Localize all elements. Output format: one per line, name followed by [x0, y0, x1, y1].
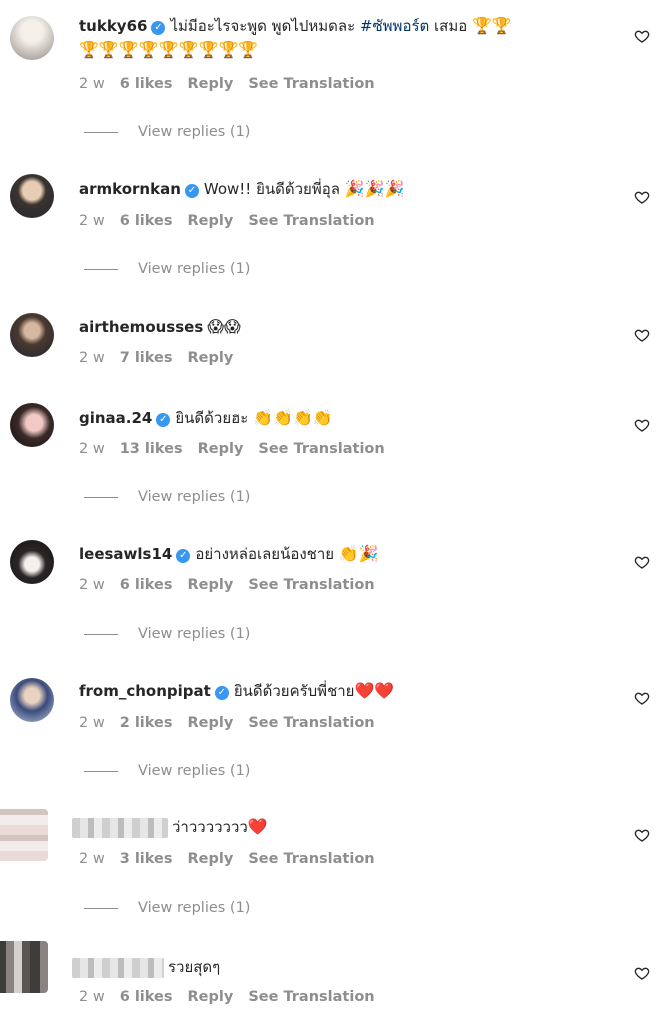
heart-outline-icon[interactable] — [634, 28, 650, 44]
avatar[interactable] — [0, 809, 48, 861]
comment-meta: 2 w 6 likes Reply See Translation — [79, 989, 390, 1005]
reply-button[interactable]: Reply — [198, 441, 244, 457]
verified-badge-icon: ✓ — [156, 413, 171, 427]
likes-count[interactable]: 6 likes — [120, 76, 173, 92]
username[interactable]: ginaa.24 — [79, 409, 152, 427]
avatar[interactable] — [10, 403, 54, 447]
replies-divider — [84, 907, 118, 909]
comment-emoji-line2: 🏆🏆🏆🏆🏆🏆🏆🏆🏆 — [79, 40, 259, 59]
username-blurred[interactable] — [72, 817, 168, 838]
see-translation-button[interactable]: See Translation — [248, 577, 374, 593]
username[interactable]: airthemousses — [79, 318, 203, 336]
view-replies-button[interactable]: View replies (1) — [84, 489, 250, 505]
hashtag-link[interactable]: #ซัพพอร์ต — [360, 17, 429, 35]
comment-emoji: 🏆🏆 — [471, 16, 512, 35]
heart-outline-icon[interactable] — [634, 965, 650, 981]
heart-outline-icon[interactable] — [634, 417, 650, 433]
timestamp[interactable]: 2 w — [79, 441, 105, 457]
comment-text-end: เสมอ — [429, 17, 472, 35]
comment-meta: 2 w 6 likes Reply See Translation — [79, 577, 390, 593]
reply-button[interactable]: Reply — [188, 577, 234, 593]
reply-button[interactable]: Reply — [188, 76, 234, 92]
comment-meta: 2 w 13 likes Reply See Translation — [79, 441, 400, 457]
avatar[interactable] — [10, 313, 54, 357]
heart-outline-icon[interactable] — [634, 827, 650, 843]
comment-text: อย่างหล่อเลยน้องชาย — [195, 545, 339, 563]
verified-badge-icon: ✓ — [214, 686, 229, 700]
comment-meta: 2 w 2 likes Reply See Translation — [79, 715, 390, 731]
see-translation-button[interactable]: See Translation — [248, 76, 374, 92]
comment-emoji: 😱😱 — [207, 317, 241, 336]
likes-count[interactable]: 3 likes — [120, 851, 173, 867]
replies-divider — [84, 633, 118, 635]
comment-text: ยินดีด้วยฮะ — [175, 409, 254, 427]
heart-outline-icon[interactable] — [634, 690, 650, 706]
comment-text: ว่าววววววว — [172, 818, 248, 836]
heart-outline-icon[interactable] — [634, 189, 650, 205]
timestamp[interactable]: 2 w — [79, 76, 105, 92]
timestamp[interactable]: 2 w — [79, 350, 105, 366]
comment-meta: 2 w 6 likes Reply See Translation — [79, 213, 390, 229]
timestamp[interactable]: 2 w — [79, 715, 105, 731]
avatar[interactable] — [10, 678, 54, 722]
likes-count[interactable]: 7 likes — [120, 350, 173, 366]
reply-button[interactable]: Reply — [188, 851, 234, 867]
see-translation-button[interactable]: See Translation — [248, 715, 374, 731]
likes-count[interactable]: 13 likes — [120, 441, 183, 457]
reply-button[interactable]: Reply — [188, 989, 234, 1005]
comment-text: รวยสุดๆ — [168, 958, 221, 976]
comment-text: ยินดีด้วยครับพี่ชาย — [233, 682, 355, 700]
username[interactable]: leesawls14 — [79, 545, 172, 563]
avatar[interactable] — [0, 941, 48, 993]
username[interactable]: armkornkan — [79, 180, 181, 198]
comment-emoji: ❤️ — [247, 817, 268, 836]
timestamp[interactable]: 2 w — [79, 577, 105, 593]
comment-emoji: ❤️❤️ — [354, 681, 395, 700]
verified-badge-icon: ✓ — [184, 184, 199, 198]
heart-outline-icon[interactable] — [634, 554, 650, 570]
see-translation-button[interactable]: See Translation — [258, 441, 384, 457]
comment-text: ไม่มีอะไรจะพูด พูดไปหมดละ — [170, 17, 360, 35]
view-replies-button[interactable]: View replies (1) — [84, 261, 250, 277]
see-translation-button[interactable]: See Translation — [248, 989, 374, 1005]
heart-outline-icon[interactable] — [634, 327, 650, 343]
likes-count[interactable]: 6 likes — [120, 989, 173, 1005]
comment-emoji: 🎉🎉🎉 — [344, 179, 405, 198]
timestamp[interactable]: 2 w — [79, 851, 105, 867]
comment-emoji: 👏🎉 — [338, 544, 379, 563]
comment-text: Wow!! ยินดีด้วยพี่อุล — [203, 180, 345, 198]
see-translation-button[interactable]: See Translation — [248, 851, 374, 867]
likes-count[interactable]: 2 likes — [120, 715, 173, 731]
see-translation-button[interactable]: See Translation — [248, 213, 374, 229]
view-replies-button[interactable]: View replies (1) — [84, 626, 250, 642]
replies-divider — [84, 496, 118, 498]
comment-meta: 2 w 6 likes Reply See Translation — [79, 76, 390, 92]
verified-badge-icon: ✓ — [151, 21, 166, 35]
username-blurred[interactable] — [72, 957, 164, 978]
comment-meta: 2 w 7 likes Reply — [79, 350, 248, 366]
timestamp[interactable]: 2 w — [79, 989, 105, 1005]
replies-divider — [84, 268, 118, 270]
comment-meta: 2 w 3 likes Reply See Translation — [79, 851, 390, 867]
view-replies-button[interactable]: View replies (1) — [84, 900, 250, 916]
comment-emoji: 👏👏👏👏 — [253, 408, 333, 427]
reply-button[interactable]: Reply — [188, 350, 234, 366]
likes-count[interactable]: 6 likes — [120, 577, 173, 593]
likes-count[interactable]: 6 likes — [120, 213, 173, 229]
timestamp[interactable]: 2 w — [79, 213, 105, 229]
avatar[interactable] — [10, 16, 54, 60]
avatar[interactable] — [10, 540, 54, 584]
verified-badge-icon: ✓ — [176, 549, 191, 563]
replies-divider — [84, 131, 118, 133]
reply-button[interactable]: Reply — [188, 715, 234, 731]
username[interactable]: from_chonpipat — [79, 682, 211, 700]
view-replies-button[interactable]: View replies (1) — [84, 763, 250, 779]
reply-button[interactable]: Reply — [188, 213, 234, 229]
avatar[interactable] — [10, 174, 54, 218]
username[interactable]: tukky66 — [79, 17, 147, 35]
view-replies-button[interactable]: View replies (1) — [84, 124, 250, 140]
replies-divider — [84, 770, 118, 772]
